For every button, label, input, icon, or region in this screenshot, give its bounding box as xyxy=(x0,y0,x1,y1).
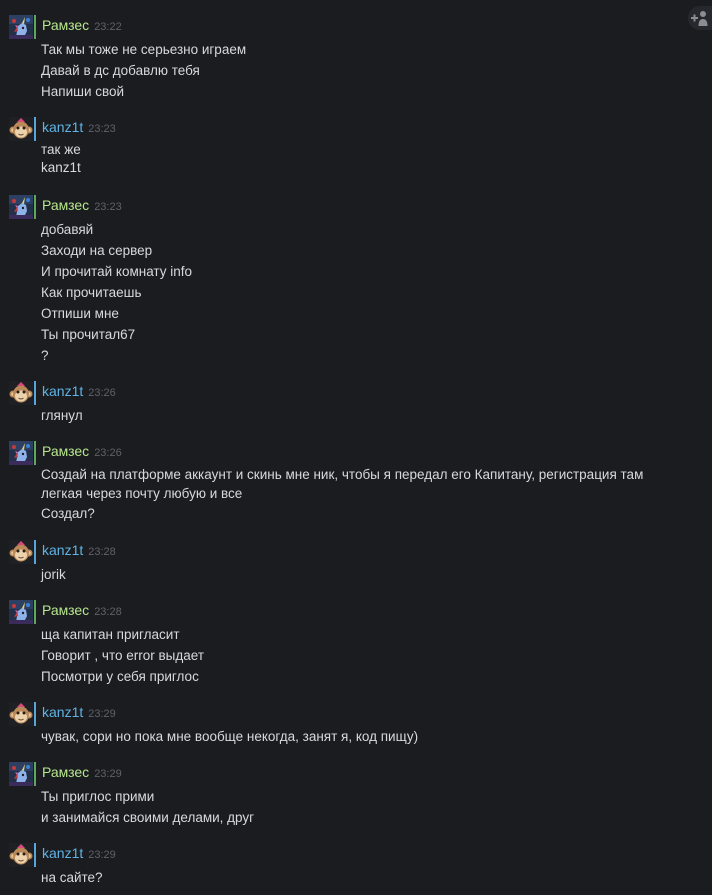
unicorn-avatar[interactable] xyxy=(9,15,33,39)
online-status-indicator xyxy=(34,762,36,786)
timestamp: 23:28 xyxy=(88,546,116,558)
author-name[interactable]: kanz1t xyxy=(42,383,83,399)
message-header: kanz1t 23:28 xyxy=(42,541,116,559)
message-text: ща капитан пригласит xyxy=(41,627,180,642)
online-status-indicator xyxy=(34,441,36,465)
timestamp: 23:26 xyxy=(88,387,116,399)
message-list: добавяй Заходи на сервер И прочитай комн… xyxy=(41,219,681,366)
message-text: Как прочитаешь xyxy=(41,285,142,300)
ingame-status-indicator xyxy=(34,381,36,405)
message-header: kanz1t 23:29 xyxy=(42,844,116,862)
author-name[interactable]: Рамзес xyxy=(42,602,89,618)
ingame-status-indicator xyxy=(34,540,36,564)
message-text: ? xyxy=(41,348,49,363)
message-header: Рамзес 23:29 xyxy=(42,763,122,781)
unicorn-avatar[interactable] xyxy=(9,195,33,219)
message-text: и занимайся своими делами, друг xyxy=(41,810,255,825)
unicorn-avatar[interactable] xyxy=(9,600,33,624)
timestamp: 23:22 xyxy=(94,21,122,33)
author-name[interactable]: Рамзес xyxy=(42,443,89,459)
message-list: чувак, сори но пока мне вообще некогда, … xyxy=(41,726,681,747)
message-text: Говорит , что error выдает xyxy=(41,648,205,663)
message-header: Рамзес 23:26 xyxy=(42,442,122,460)
message-text: Так мы тоже не серьезно играем xyxy=(41,42,247,57)
author-name[interactable]: Рамзес xyxy=(42,17,89,33)
message-header: Рамзес 23:23 xyxy=(42,196,122,214)
message-text: Создай на платформе аккаунт и скинь мне … xyxy=(41,467,644,482)
author-name[interactable]: kanz1t xyxy=(42,704,83,720)
message-text: чувак, сори но пока мне вообще некогда, … xyxy=(41,729,419,744)
timestamp: 23:26 xyxy=(94,447,122,459)
message-text: Давай в дс добавлю тебя xyxy=(41,63,200,78)
message-list: на сайте? xyxy=(41,867,681,888)
message-header: kanz1t 23:29 xyxy=(42,703,116,721)
message-text: Ты прочитал67 xyxy=(41,327,136,342)
message-header: kanz1t 23:26 xyxy=(42,382,116,400)
message-text: на сайте? xyxy=(41,870,103,885)
author-name[interactable]: Рамзес xyxy=(42,764,89,780)
message-text: так же xyxy=(41,142,81,157)
monkey-avatar[interactable] xyxy=(9,540,33,564)
timestamp: 23:29 xyxy=(88,708,116,720)
message-list: так же kanz1t xyxy=(41,141,681,177)
unicorn-avatar[interactable] xyxy=(9,441,33,465)
message-list: ща капитан пригласит Говорит , что error… xyxy=(41,624,681,687)
message-text: Посмотри у себя приглос xyxy=(41,669,199,684)
author-name[interactable]: kanz1t xyxy=(42,119,83,135)
message-text: jorik xyxy=(41,567,66,582)
timestamp: 23:29 xyxy=(94,768,122,780)
message-header: kanz1t 23:23 xyxy=(42,118,116,136)
message-list: Так мы тоже не серьезно играем Давай в д… xyxy=(41,39,681,102)
message-text: Создал? xyxy=(41,506,95,521)
monkey-avatar[interactable] xyxy=(9,381,33,405)
message-text: Ты приглос прими xyxy=(41,789,155,804)
message-text: добавяй xyxy=(41,222,94,237)
timestamp: 23:28 xyxy=(94,606,122,618)
ingame-status-indicator xyxy=(34,843,36,867)
message-text: Отпиши мне xyxy=(41,306,119,321)
message-list: Создай на платформе аккаунт и скинь мне … xyxy=(41,465,681,524)
timestamp: 23:29 xyxy=(88,849,116,861)
message-header: Рамзес 23:28 xyxy=(42,601,122,619)
chat-log: Рамзес 23:22 Так мы тоже не серьезно игра… xyxy=(0,0,712,895)
online-status-indicator xyxy=(34,195,36,219)
message-list: jorik xyxy=(41,564,681,585)
online-status-indicator xyxy=(34,600,36,624)
message-text: глянул xyxy=(41,408,83,423)
message-text: Напиши свой xyxy=(41,84,125,99)
add-friend-icon xyxy=(688,6,712,30)
monkey-avatar[interactable] xyxy=(9,702,33,726)
message-list: глянул xyxy=(41,405,681,426)
message-text: И прочитай комнату info xyxy=(41,264,193,279)
unicorn-avatar[interactable] xyxy=(9,762,33,786)
message-text: Заходи на сервер xyxy=(41,243,153,258)
message-header: Рамзес 23:22 xyxy=(42,16,122,34)
message-text: kanz1t xyxy=(41,160,81,175)
author-name[interactable]: Рамзес xyxy=(42,197,89,213)
monkey-avatar[interactable] xyxy=(9,117,33,141)
message-text: легкая через почту любую и все xyxy=(41,486,243,501)
online-status-indicator xyxy=(34,15,36,39)
ingame-status-indicator xyxy=(34,702,36,726)
message-list: Ты приглос прими и занимайся своими дела… xyxy=(41,786,681,828)
ingame-status-indicator xyxy=(34,117,36,141)
author-name[interactable]: kanz1t xyxy=(42,845,83,861)
add-friend-button[interactable] xyxy=(688,6,712,30)
timestamp: 23:23 xyxy=(94,201,122,213)
monkey-avatar[interactable] xyxy=(9,843,33,867)
timestamp: 23:23 xyxy=(88,123,116,135)
author-name[interactable]: kanz1t xyxy=(42,542,83,558)
